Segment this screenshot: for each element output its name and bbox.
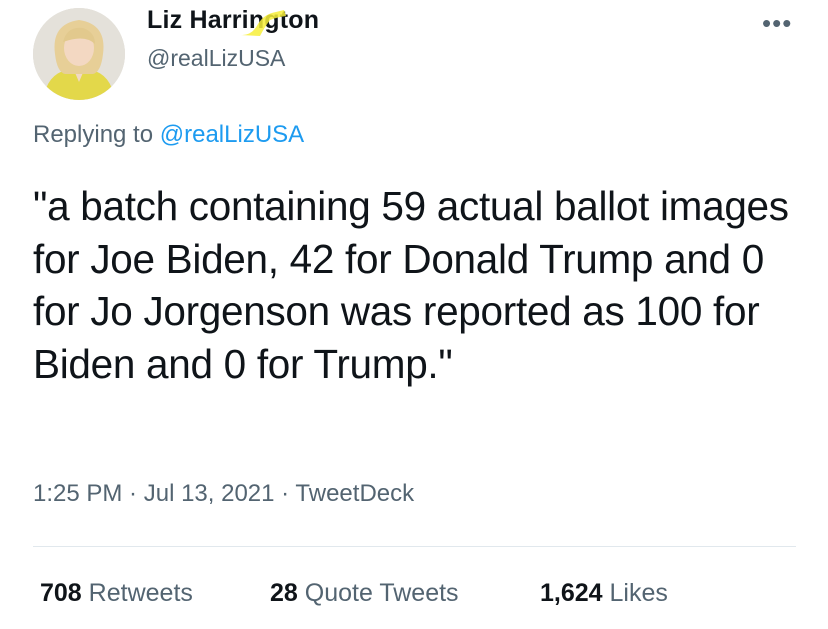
tweet-source[interactable]: TweetDeck — [295, 480, 414, 507]
meta-separator: · — [274, 480, 296, 507]
quote-tweets-label: Quote Tweets — [304, 579, 459, 607]
meta-separator: · — [122, 480, 144, 507]
divider — [33, 546, 796, 547]
retweets-stat[interactable]: 708 Retweets — [40, 579, 193, 608]
tweet-date[interactable]: Jul 13, 2021 — [144, 480, 275, 507]
tweet-text: "a batch containing 59 actual ballot ima… — [33, 183, 789, 387]
display-name[interactable]: Liz Harrington — [147, 6, 319, 35]
retweets-count: 708 — [40, 579, 82, 607]
user-handle[interactable]: @realLizUSA — [147, 45, 285, 72]
replying-to-label: Replying to — [33, 121, 160, 148]
likes-count: 1,624 — [540, 579, 603, 607]
likes-stat[interactable]: 1,624 Likes — [540, 579, 668, 608]
replying-to: Replying to @realLizUSA — [33, 121, 304, 149]
quote-tweets-count: 28 — [270, 579, 298, 607]
retweets-label: Retweets — [88, 579, 193, 607]
tweet-time[interactable]: 1:25 PM — [33, 480, 122, 507]
quote-tweets-stat[interactable]: 28 Quote Tweets — [270, 579, 459, 608]
more-horizontal-icon[interactable]: ••• — [762, 8, 792, 39]
tweet-meta: 1:25 PM · Jul 13, 2021 · TweetDeck — [33, 480, 414, 508]
avatar[interactable] — [33, 8, 125, 100]
highlighter-mark — [240, 10, 286, 36]
replying-to-link[interactable]: @realLizUSA — [160, 121, 304, 148]
likes-label: Likes — [609, 579, 668, 607]
